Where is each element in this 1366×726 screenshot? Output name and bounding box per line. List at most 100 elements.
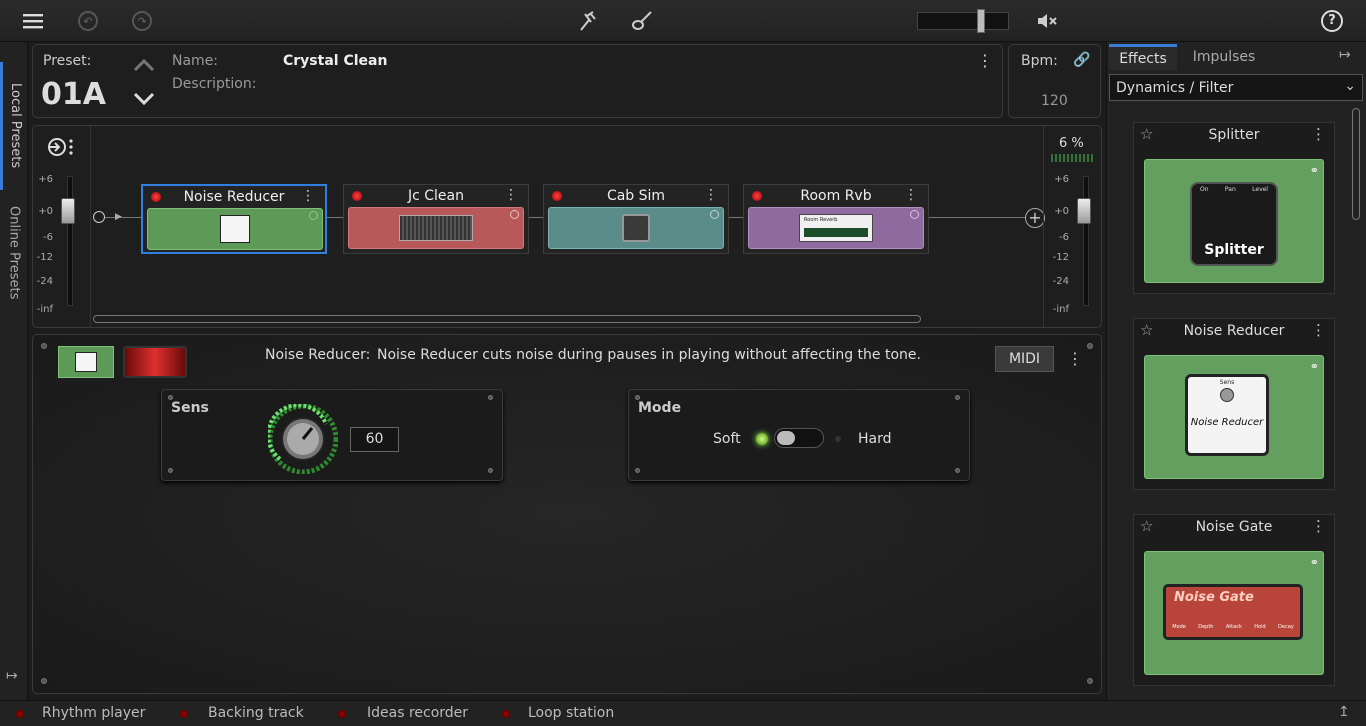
chain-horizontal-scrollbar[interactable] [93,315,921,323]
effect-detail-panel: Noise Reducer: Noise Reducer cuts noise … [32,334,1102,694]
block-menu-icon[interactable]: ⋮ [301,188,315,204]
output-scale-label: +0 [1054,206,1069,217]
block-title: Jc Clean [407,188,464,204]
divider [90,126,91,327]
collapse-left-icon[interactable]: ↦ [6,668,18,684]
preset-menu-icon[interactable]: ⋮ [977,51,993,70]
reverb-thumb-label: Room Reverb [804,217,838,223]
block-ring-icon [710,210,719,219]
block-body[interactable]: Room Reverb [748,207,924,249]
pedal-knob-icon [1220,388,1234,402]
mode-toggle-switch[interactable] [774,428,824,448]
ideas-recorder-led [338,710,346,718]
effect-title: Noise Reducer: [265,347,371,363]
loop-station-button[interactable]: Loop station [528,705,614,721]
volume-handle[interactable] [977,9,985,33]
chain-arrow-icon: ▶ [115,212,122,222]
input-scale-label: -24 [36,276,53,287]
input-settings-icon[interactable] [47,136,75,162]
pedal-label: Noise Gate [1174,590,1254,605]
noise-reducer-thumb-icon [220,215,250,243]
block-menu-icon[interactable]: ⋮ [704,187,718,203]
chain-block-noise-reducer[interactable]: Noise Reducer ⋮ [141,184,327,254]
effect-bypass-toggle[interactable] [123,346,187,378]
output-fader-track[interactable] [1083,176,1089,306]
add-block-icon[interactable]: + [1025,208,1045,228]
effect-category-select[interactable]: Dynamics / Filter ⌄ [1109,74,1363,101]
help-button[interactable]: ? [1321,10,1343,32]
mode-soft-led [756,433,768,445]
collapse-right-icon[interactable]: ↦ [1339,47,1351,63]
noise-gate-pedal-icon: Noise Gate Mode Depth Attack Hold Decay [1163,584,1303,640]
hamburger-icon[interactable] [22,9,46,33]
mode-hard-label: Hard [858,431,892,447]
effect-card-preview: ⚭ On Pan Level Splitter [1144,159,1324,283]
input-node [93,211,105,223]
effect-card-splitter[interactable]: ☆ Splitter ⋮ ⚭ On Pan Level Splitter [1133,122,1335,294]
chain-block-cab-sim[interactable]: Cab Sim ⋮ [543,184,729,254]
preset-up-arrow-icon[interactable] [133,57,155,76]
sens-value-input[interactable]: 60 [350,427,399,452]
ideas-recorder-button[interactable]: Ideas recorder [367,705,468,721]
effects-scrollbar[interactable] [1352,108,1360,220]
amp-thumb-icon [399,215,473,241]
card-menu-icon[interactable]: ⋮ [1311,125,1326,143]
pedal-label: Noise Reducer [1190,417,1264,428]
stereo-link-icon: ⚭ [1309,164,1319,177]
block-menu-icon[interactable]: ⋮ [504,187,518,203]
block-power-led[interactable] [552,191,562,201]
midi-button[interactable]: MIDI [995,346,1054,372]
chain-block-room-rvb[interactable]: Room Rvb ⋮ Room Reverb [743,184,929,254]
preset-name[interactable]: Crystal Clean [283,53,387,69]
splitter-pedal-icon: On Pan Level Splitter [1190,182,1278,266]
preset-down-arrow-icon[interactable] [133,91,155,110]
input-fader-track[interactable] [67,176,73,306]
output-scale-label: -24 [1052,276,1069,287]
pedal-sub-label: Attack [1225,624,1242,630]
block-menu-icon[interactable]: ⋮ [904,187,918,203]
tuner-fork-icon[interactable] [576,9,600,33]
effect-menu-icon[interactable]: ⋮ [1067,349,1083,368]
chain-block-jc-clean[interactable]: Jc Clean ⋮ [343,184,529,254]
tab-local-presets[interactable]: Local Presets [0,62,28,190]
block-power-led[interactable] [151,192,161,202]
redo-icon[interactable]: ↷ [130,9,154,33]
block-power-led[interactable] [752,191,762,201]
backing-track-button[interactable]: Backing track [208,705,304,721]
expand-up-icon[interactable]: ↥ [1338,704,1350,720]
rhythm-player-button[interactable]: Rhythm player [42,705,145,721]
mode-soft-label: Soft [713,431,741,447]
master-volume-slider[interactable] [917,9,1009,33]
card-menu-icon[interactable]: ⋮ [1311,517,1326,535]
block-body[interactable] [548,207,724,249]
undo-icon[interactable]: ↶ [76,9,100,33]
input-fader[interactable] [61,198,75,224]
tab-online-presets[interactable]: Online Presets [0,194,28,312]
rhythm-player-led [16,710,24,718]
output-fader[interactable] [1077,198,1091,224]
pedal-sub-label: Mode [1172,624,1186,630]
effect-card-title: Noise Gate [1195,519,1273,535]
bpm-value[interactable]: 120 [1041,93,1068,109]
tab-impulses[interactable]: Impulses [1179,44,1269,70]
sens-knob[interactable] [266,403,339,478]
preset-header: Preset: 01A Name: Crystal Clean Descript… [32,44,1003,118]
link-icon[interactable]: 🔗 [1073,52,1090,68]
signal-chain: +6 +0 -6 -12 -24 -inf ▶ Noise Reducer ⋮ J… [32,125,1102,328]
block-body[interactable] [147,208,323,250]
reverb-thumb-icon: Room Reverb [799,214,873,242]
pedal-label: Splitter [1204,242,1264,258]
output-scale-label: +6 [1054,174,1069,185]
block-power-led[interactable] [352,191,362,201]
output-scale-label: -6 [1059,232,1069,243]
bpm-label: Bpm: [1021,53,1058,69]
effect-card-noise-reducer[interactable]: ☆ Noise Reducer ⋮ ⚭ Sens Noise Reducer [1133,318,1335,490]
tab-effects[interactable]: Effects [1109,44,1177,70]
effect-card-noise-gate[interactable]: ☆ Noise Gate ⋮ ⚭ Noise Gate Mode Depth A… [1133,514,1335,686]
block-body[interactable] [348,207,524,249]
guitar-icon[interactable] [630,9,654,33]
card-menu-icon[interactable]: ⋮ [1311,321,1326,339]
speaker-mute-icon[interactable] [1035,9,1059,33]
effect-thumbnail [58,346,114,378]
effect-card-title: Splitter [1208,127,1260,143]
